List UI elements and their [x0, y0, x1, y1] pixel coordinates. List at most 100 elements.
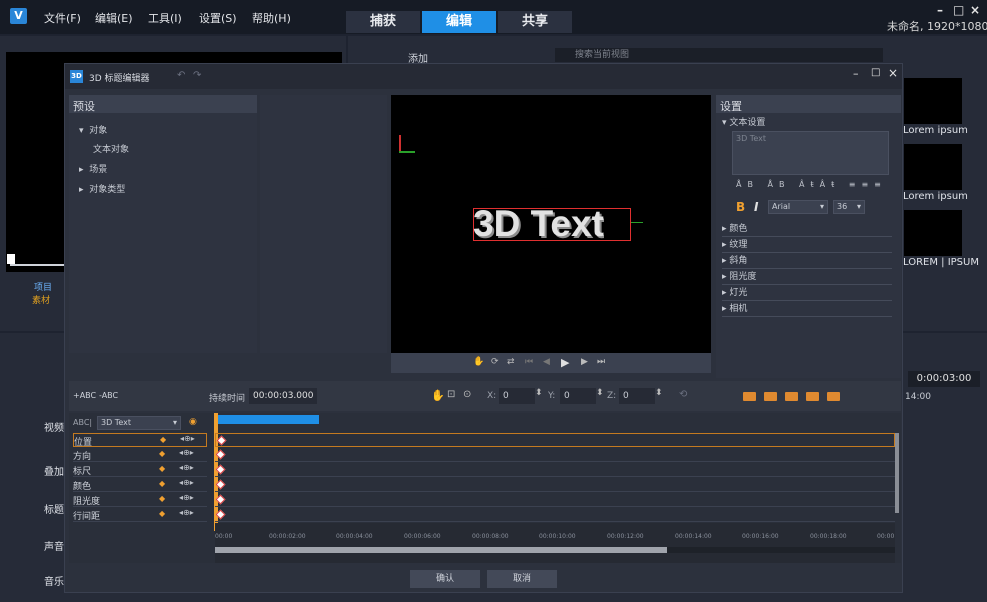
zoom-fit-icon[interactable]: ⊡ — [447, 389, 455, 400]
reset-icon[interactable]: ⟲ — [679, 389, 687, 400]
keyframe-tool-1-icon[interactable] — [743, 392, 756, 401]
timeline-scrollbar[interactable] — [215, 547, 895, 553]
z-stepper-icon[interactable]: ⬍ — [655, 388, 663, 398]
thumb-3[interactable] — [904, 210, 962, 256]
minimize-icon[interactable]: – — [937, 3, 943, 17]
x-stepper-icon[interactable]: ⬍ — [535, 388, 543, 398]
thumb-2[interactable] — [904, 144, 962, 190]
y-stepper-icon[interactable]: ⬍ — [596, 388, 604, 398]
track-row-opacity[interactable]: 阻光度 ◆ ◂⊕▸ — [73, 493, 207, 507]
scrub-handle[interactable] — [7, 254, 15, 264]
track-line-color[interactable] — [215, 478, 895, 492]
keyframe[interactable] — [215, 449, 226, 460]
track-line-scale[interactable] — [215, 463, 895, 477]
track-line-line-spacing[interactable] — [215, 508, 895, 522]
keyframe-toggle-icon[interactable]: ◆ — [159, 479, 165, 488]
section-texture[interactable]: ▸ 纹理 — [722, 237, 892, 253]
project-mode[interactable]: 项目 — [34, 280, 52, 293]
keyframe[interactable] — [215, 479, 226, 490]
keyframe-toggle-icon[interactable]: ◆ — [159, 509, 165, 518]
keyframe[interactable] — [215, 509, 226, 520]
section-color[interactable]: ▸ 颜色 — [722, 221, 892, 237]
track-line-opacity[interactable] — [215, 493, 895, 507]
ok-button[interactable]: 确认 — [410, 570, 480, 588]
keyframe-tool-2-icon[interactable] — [764, 392, 777, 401]
keyframe-tool-4-icon[interactable] — [806, 392, 819, 401]
track-row-scale[interactable]: 标尺 ◆ ◂⊕▸ — [73, 463, 207, 477]
keyframe-nav-icon[interactable]: ◂⊕▸ — [179, 448, 194, 457]
tab-share[interactable]: 共享 — [498, 11, 572, 33]
track-row-color[interactable]: 颜色 ◆ ◂⊕▸ — [73, 478, 207, 492]
x-input[interactable]: 0 — [499, 388, 535, 404]
menu-tools[interactable]: 工具(I) — [148, 10, 182, 26]
goto-start-icon[interactable]: ⏮ — [525, 357, 533, 367]
tab-edit[interactable]: 编辑 — [422, 11, 496, 33]
scrollbar-thumb[interactable] — [215, 547, 667, 553]
size-select[interactable]: 36 ▾ — [833, 200, 865, 214]
y-input[interactable]: 0 — [560, 388, 596, 404]
section-lighting[interactable]: ▸ 灯光 — [722, 285, 892, 301]
keyframe-nav-icon[interactable]: ◂⊕▸ — [179, 493, 194, 502]
keyframe-tool-3-icon[interactable] — [785, 392, 798, 401]
menu-edit[interactable]: 编辑(E) — [95, 10, 133, 26]
keyframe-toggle-icon[interactable]: ◆ — [160, 435, 166, 444]
hand-icon[interactable]: ✋ — [431, 389, 445, 402]
text-input[interactable]: 3D Text — [732, 131, 889, 175]
text-format-tools[interactable]: ÅB ÅB ÂŧÂŧ ≡≡≡ — [736, 180, 887, 189]
prev-frame-icon[interactable]: ◀ — [543, 357, 550, 367]
tree-item-object[interactable]: ▾ 对象 — [79, 123, 107, 136]
keyframe-toggle-icon[interactable]: ◆ — [159, 464, 165, 473]
keyframe[interactable] — [216, 435, 227, 446]
menu-help[interactable]: 帮助(H) — [252, 10, 291, 26]
text-settings-toggle[interactable]: ▾ 文本设置 — [722, 115, 765, 128]
tab-capture[interactable]: 捕获 — [346, 11, 420, 33]
tree-item-text-object[interactable]: 文本对象 — [93, 142, 129, 155]
dialog-close-icon[interactable]: × — [888, 66, 898, 80]
clip-mode[interactable]: 素材 — [32, 293, 50, 306]
keyframe-tool-5-icon[interactable] — [827, 392, 840, 401]
keyframe-nav-icon[interactable]: ◂⊕▸ — [179, 508, 194, 517]
keyframe[interactable] — [215, 494, 226, 505]
keyframe-nav-icon[interactable]: ◂⊕▸ — [179, 463, 194, 472]
thumb-1[interactable] — [904, 78, 962, 124]
section-opacity[interactable]: ▸ 阻光度 — [722, 269, 892, 285]
time-ruler[interactable]: 00:00 00:00:02:00 00:00:04:00 00:00:06:0… — [215, 523, 895, 563]
track-row-direction[interactable]: 方向 ◆ ◂⊕▸ — [73, 448, 207, 462]
section-bevel[interactable]: ▸ 斜角 — [722, 253, 892, 269]
maximize-icon[interactable]: □ — [953, 3, 964, 17]
bold-button[interactable]: B — [736, 200, 745, 214]
goto-end-icon[interactable]: ⏭ — [597, 357, 605, 367]
track-row-line-spacing[interactable]: 行间距 ◆ ◂⊕▸ — [73, 508, 207, 522]
loop-icon[interactable]: ⇄ — [507, 357, 515, 367]
tree-item-object-type[interactable]: ▸ 对象类型 — [79, 182, 125, 195]
search-input[interactable]: 搜索当前视图 — [555, 48, 883, 62]
dialog-minimize-icon[interactable]: – — [853, 67, 859, 80]
keyframe-nav-icon[interactable]: ◂⊕▸ — [179, 478, 194, 487]
track-line-position[interactable] — [215, 433, 895, 447]
cancel-button[interactable]: 取消 — [487, 570, 557, 588]
track-row-position[interactable]: 位置 ◆ ◂⊕▸ — [73, 433, 207, 448]
duration-input[interactable]: 00:00:03.000 — [249, 388, 317, 404]
redo-icon[interactable]: ↷ — [193, 70, 201, 81]
object-select[interactable]: 3D Text ▾ — [97, 416, 181, 430]
z-input[interactable]: 0 — [619, 388, 655, 404]
keyframe-toggle-icon[interactable]: ◆ — [159, 449, 165, 458]
play-icon[interactable]: ▶ — [561, 356, 569, 369]
center-icon[interactable]: ⊙ — [463, 389, 471, 400]
keyframe-toggle-icon[interactable]: ◆ — [159, 494, 165, 503]
visibility-icon[interactable]: ◉ — [189, 417, 197, 427]
vertical-scrollbar[interactable] — [895, 433, 899, 513]
clip-bar[interactable] — [215, 415, 319, 424]
main-timecode[interactable]: 0:00:03:00 — [908, 371, 980, 387]
menu-settings[interactable]: 设置(S) — [199, 10, 237, 26]
remove-text-button[interactable]: -ABC — [99, 391, 118, 400]
next-frame-icon[interactable]: ▶ — [581, 357, 588, 367]
keyframe-nav-icon[interactable]: ◂⊕▸ — [180, 434, 195, 443]
dialog-maximize-icon[interactable]: □ — [871, 67, 880, 78]
tree-item-scene[interactable]: ▸ 场景 — [79, 162, 107, 175]
rotate-icon[interactable]: ⟳ — [491, 357, 499, 367]
pan-icon[interactable]: ✋ — [473, 357, 484, 367]
add-text-button[interactable]: +ABC — [73, 391, 96, 400]
keyframe[interactable] — [215, 464, 226, 475]
preview-canvas[interactable]: 3D Text — [391, 95, 711, 353]
